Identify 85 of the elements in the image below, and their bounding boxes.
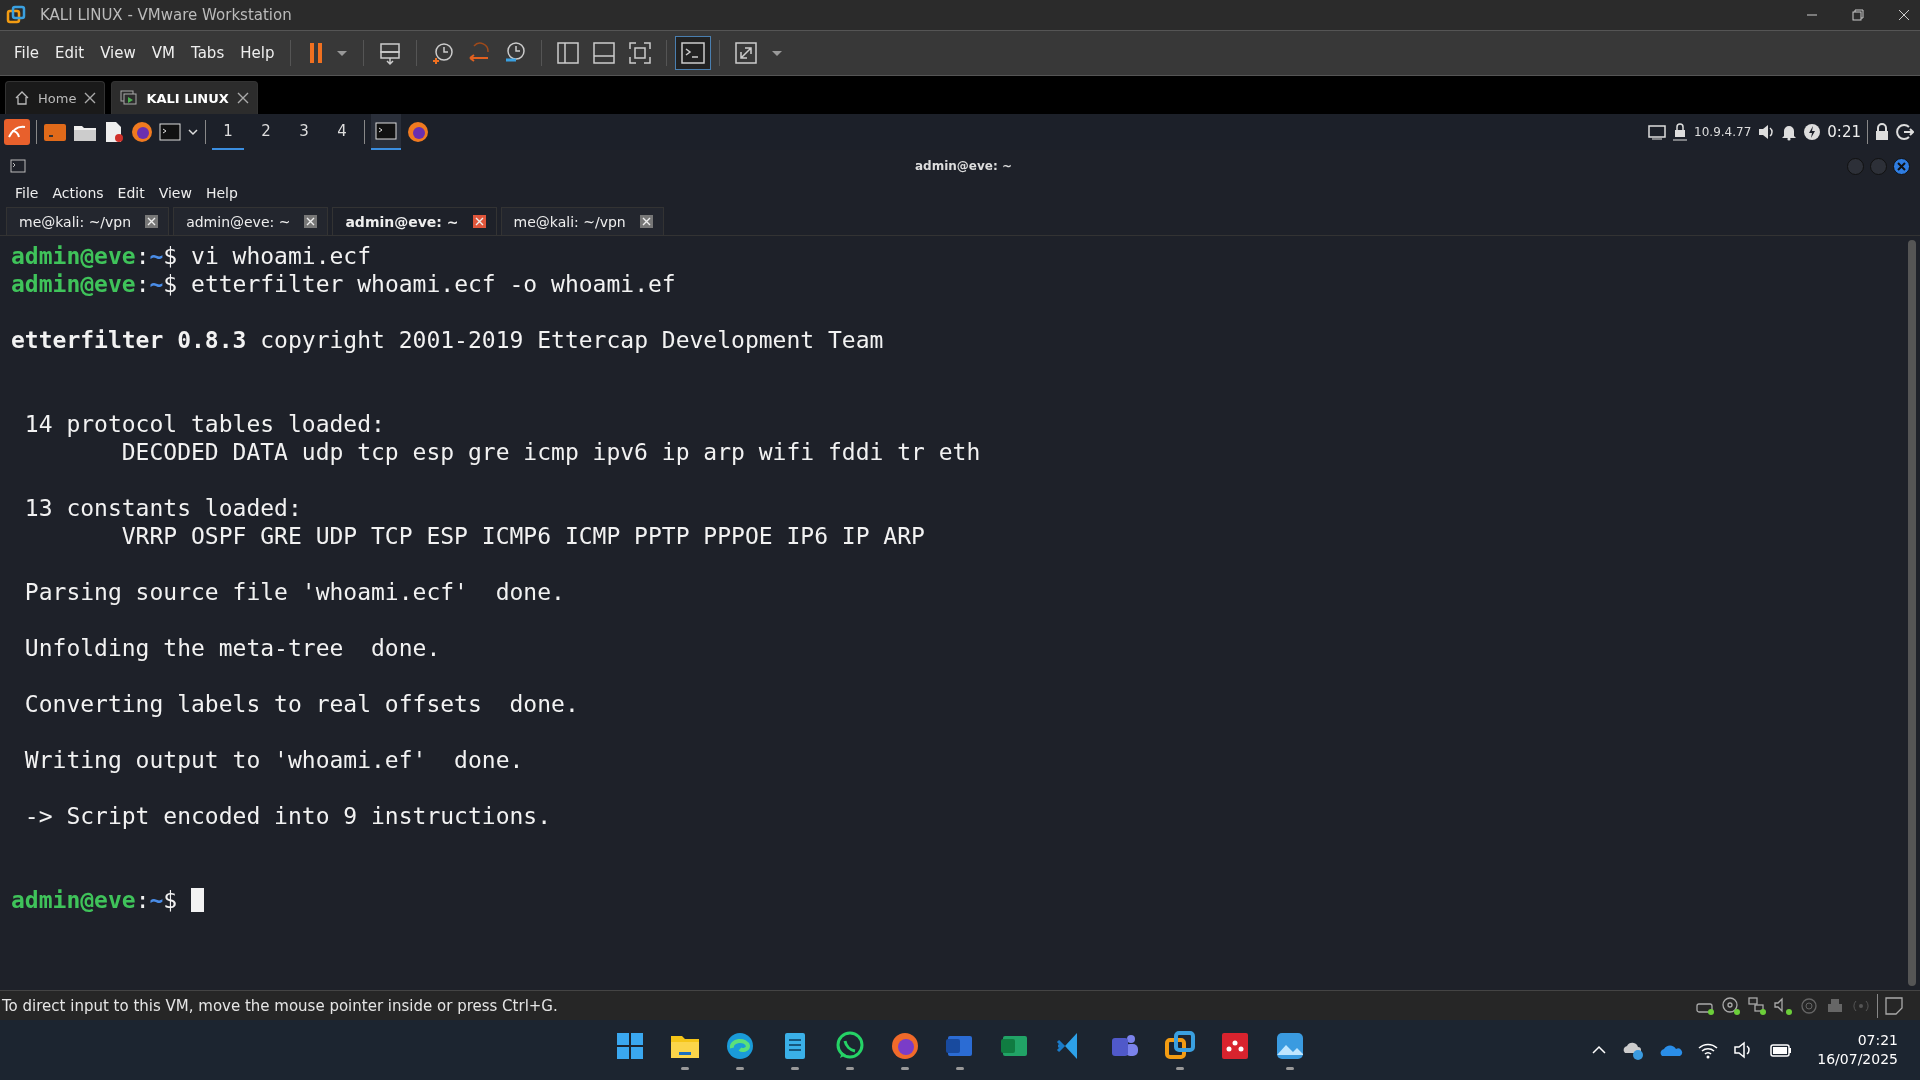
image-icon[interactable] (1274, 1030, 1306, 1062)
expand-icon[interactable] (733, 40, 760, 66)
lock-icon[interactable] (1874, 123, 1890, 141)
terminal-line: DECODED DATA udp tcp esp gre icmp ipv6 ip arp wifi fddi tr eth (120, 438, 982, 466)
clock-time[interactable]: 07:21 (1857, 1031, 1898, 1050)
terminal-line: admin@eve:~$ (11, 886, 1908, 914)
home-icon (14, 90, 30, 106)
menu-item[interactable]: Help (198, 185, 245, 201)
menu-item[interactable]: Help (232, 40, 283, 66)
vm-screen-icon (120, 90, 139, 106)
camera-icon[interactable] (1799, 995, 1819, 1016)
panel-icon[interactable] (43, 121, 67, 143)
close-icon[interactable] (236, 92, 249, 104)
disc-icon[interactable] (1721, 995, 1741, 1016)
document-icon[interactable] (103, 121, 125, 143)
power-bolt-icon[interactable] (1803, 123, 1822, 141)
battery-icon[interactable] (1769, 1041, 1794, 1059)
terminal-line: admin@eve:~$ vi whoami.ecf (11, 242, 373, 270)
terminal-line: 14 protocol tables loaded: (23, 410, 386, 438)
vm-tab[interactable]: KALI LINUX (111, 81, 258, 114)
menu-item[interactable]: Actions (45, 185, 111, 201)
caret-icon[interactable] (187, 126, 199, 138)
monitor-icon[interactable] (1648, 124, 1667, 140)
menu-item[interactable]: View (92, 40, 144, 66)
menu-item[interactable]: VM (143, 40, 183, 66)
scrollbar[interactable] (1908, 240, 1916, 986)
split-vertical-icon[interactable] (555, 40, 582, 66)
overlapping-squares-icon (6, 5, 26, 25)
terminal-tab[interactable]: me@kali: ~/vpn (500, 207, 664, 235)
menu-item[interactable]: Tabs (183, 40, 233, 66)
workspace-button[interactable]: 3 (288, 114, 320, 150)
menu-item[interactable]: Edit (47, 40, 93, 66)
start-icon[interactable] (614, 1030, 646, 1062)
wifi-icon[interactable] (1697, 1041, 1720, 1059)
terminal-line: Writing output to 'whoami.ef' done. (23, 746, 525, 774)
fullscreen-icon[interactable] (627, 40, 654, 66)
terminal-tab[interactable]: admin@eve: ~ (173, 207, 329, 235)
terminal-icon (375, 121, 397, 141)
window-title: admin@eve: ~ (915, 159, 1012, 173)
close-icon (1898, 9, 1910, 21)
terminal-line: VRRP OSPF GRE UDP TCP ESP ICMP6 ICMP PPTP PPPOE IP6 IP ARP (120, 522, 926, 550)
bell-icon[interactable] (1781, 123, 1798, 141)
window-title: KALI LINUX - VMware Workstation (40, 6, 292, 24)
fox-icon[interactable] (131, 121, 153, 143)
network-lock-icon[interactable] (1672, 123, 1689, 141)
overlapping-squares-icon[interactable] (1164, 1030, 1196, 1062)
terminal-line: etterfilter 0.8.3 copyright 2001-2019 Ettercap Development Team (11, 326, 885, 354)
menu-item[interactable]: Edit (110, 185, 152, 201)
split-horizontal-icon[interactable] (591, 40, 618, 66)
status-message: To direct input to this VM, move the mouse pointer inside or press Ctrl+G. (2, 996, 558, 1015)
terminal-line: -> Script encoded into 9 instructions. (23, 802, 553, 830)
terminal-line: Parsing source file 'whoami.ecf' done. (23, 578, 566, 606)
menu-item[interactable]: View (151, 185, 199, 201)
terminal-line: Converting labels to real offsets done. (23, 690, 580, 718)
terminal-tab[interactable]: me@kali: ~/vpn (6, 207, 170, 235)
terminal-line: 13 constants loaded: (23, 494, 303, 522)
speaker-icon[interactable] (1773, 995, 1793, 1016)
close-icon (1897, 161, 1906, 171)
speaker-icon[interactable] (1757, 123, 1776, 141)
terminal-line: admin@eve:~$ etterfilter whoami.ecf -o whoami.ef (11, 270, 677, 298)
menu-item[interactable]: File (6, 40, 48, 66)
swirl-icon[interactable] (724, 1030, 756, 1062)
terminal-line: Unfolding the meta-tree done. (23, 634, 442, 662)
tile-icon[interactable] (1219, 1030, 1251, 1062)
fox-icon[interactable] (407, 121, 429, 143)
ip-address: 10.9.4.77 (1694, 125, 1752, 139)
panel-clock: 0:21 (1827, 123, 1861, 141)
terminal-tab[interactable]: admin@eve: ~ (332, 207, 497, 235)
vm-tab[interactable]: Home (5, 81, 106, 114)
logout-icon[interactable] (1896, 123, 1914, 141)
dragon-logo-icon[interactable] (4, 119, 30, 145)
close-icon[interactable] (84, 92, 97, 104)
menu-item[interactable]: File (8, 185, 46, 201)
workspace-button[interactable]: 2 (250, 114, 282, 150)
terminal-icon[interactable] (680, 40, 707, 66)
clock-date[interactable]: 16/07/2025 (1817, 1050, 1898, 1069)
restore-icon (1852, 9, 1864, 21)
window-button[interactable] (371, 114, 401, 150)
workspace-button[interactable]: 4 (326, 114, 358, 150)
network-icon[interactable] (1747, 995, 1767, 1016)
note-icon[interactable] (1884, 995, 1904, 1016)
fox-icon[interactable] (889, 1030, 921, 1062)
close-button[interactable] (1893, 157, 1910, 175)
terminal-icon (10, 159, 26, 173)
terminal-icon[interactable] (159, 122, 181, 142)
